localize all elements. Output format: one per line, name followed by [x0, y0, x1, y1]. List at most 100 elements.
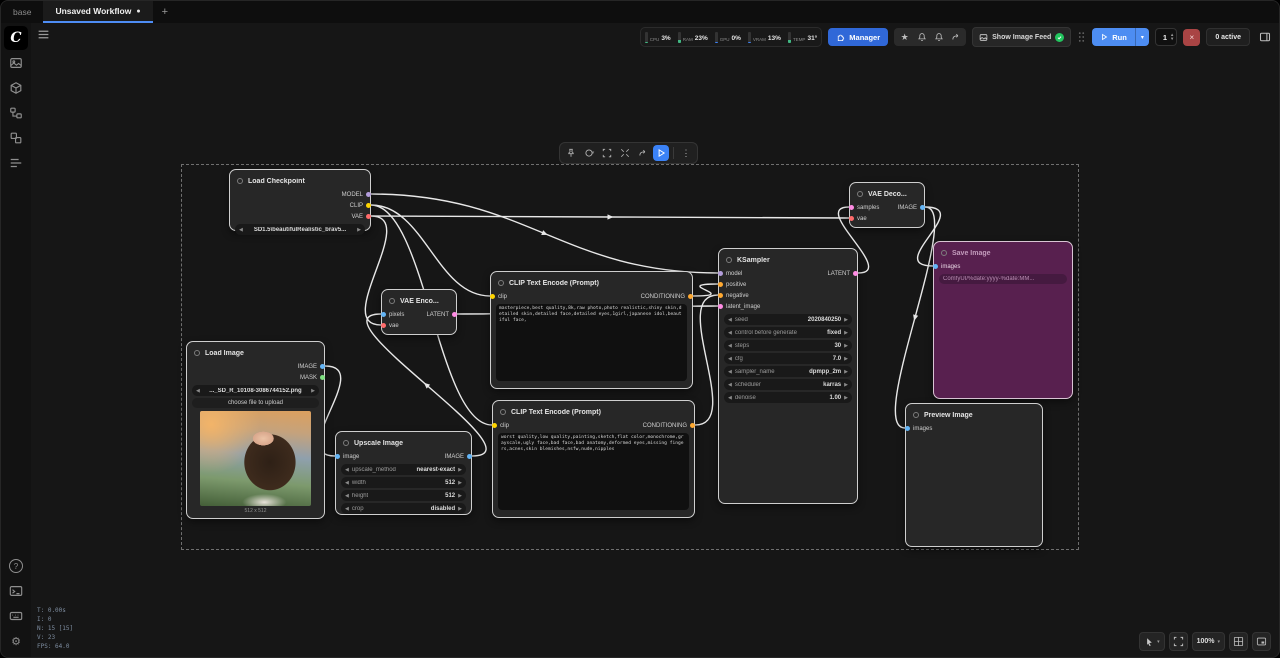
- collapse-dot[interactable]: [498, 280, 504, 286]
- upscale_image-image-input-port[interactable]: image: [335, 454, 359, 460]
- run-selected-icon[interactable]: [653, 145, 669, 161]
- widget-upscale-method[interactable]: ◀upscale_methodnearest-exact▶: [341, 464, 466, 475]
- workflows-icon[interactable]: [8, 130, 24, 146]
- node-library-icon[interactable]: [8, 105, 24, 121]
- load_image-mask-output-port[interactable]: MASK: [300, 375, 325, 381]
- batch-count-stepper[interactable]: ▴▾: [1171, 33, 1173, 41]
- node-ksampler[interactable]: KSamplermodelLATENTpositivenegativelaten…: [718, 248, 858, 504]
- collapse-dot[interactable]: [343, 440, 349, 446]
- widget-sampler-name[interactable]: ◀sampler_namedpmpp_2m▶: [724, 366, 852, 377]
- fit-view-button[interactable]: [1169, 632, 1188, 651]
- model-library-icon[interactable]: [8, 80, 24, 96]
- node-vae_encode[interactable]: VAE Enco...pixelsLATENTvae: [381, 289, 457, 335]
- widget-height[interactable]: ◀height512▶: [341, 490, 466, 501]
- load_checkpoint-model-output-port[interactable]: MODEL: [342, 192, 371, 198]
- collapse-dot[interactable]: [237, 178, 243, 184]
- load_checkpoint-clip-output-port[interactable]: CLIP: [350, 203, 371, 209]
- manager-button[interactable]: Manager: [828, 28, 888, 46]
- node-vae_decode[interactable]: VAE Deco...samplesIMAGEvae: [849, 182, 925, 228]
- collapse-dot[interactable]: [941, 250, 947, 256]
- clip_positive-conditioning-output-port[interactable]: CONDITIONING: [641, 294, 693, 300]
- alerts-icon[interactable]: [931, 30, 946, 45]
- zoom-level-dropdown[interactable]: 100% ▾: [1192, 632, 1225, 651]
- widget-width[interactable]: ◀width512▶: [341, 477, 466, 488]
- collapse-dot[interactable]: [194, 350, 200, 356]
- node-clip_positive[interactable]: CLIP Text Encode (Prompt)clipCONDITIONIN…: [490, 271, 693, 389]
- link-clip_positive.CONDITIONING-to-ksampler.positive[interactable]: [693, 284, 718, 296]
- batch-count-input[interactable]: 1 ▴▾: [1155, 28, 1177, 46]
- gallery-icon[interactable]: [8, 55, 24, 71]
- bypass-icon[interactable]: [635, 145, 651, 161]
- toggle-panel-button[interactable]: [1256, 29, 1273, 46]
- keybindings-icon[interactable]: [8, 608, 24, 624]
- ksampler-positive-input-port[interactable]: positive: [718, 282, 746, 288]
- cursor-mode-button[interactable]: ▾: [1139, 632, 1165, 651]
- widget-crop[interactable]: ◀cropdisabled▶: [341, 503, 466, 514]
- share-icon[interactable]: [948, 30, 963, 45]
- collapse-dot[interactable]: [389, 298, 395, 304]
- pin-icon[interactable]: [563, 145, 579, 161]
- node-preview_image[interactable]: Preview Imageimages: [905, 403, 1043, 547]
- widget-value[interactable]: ◀..._SD_R_10108-3086744152.png▶: [192, 385, 319, 396]
- frame-icon[interactable]: [599, 145, 615, 161]
- cursor-mode-chevron-icon[interactable]: ▾: [1157, 639, 1160, 645]
- collapse-dot[interactable]: [913, 412, 919, 418]
- preview_image-images-input-port[interactable]: images: [905, 426, 932, 432]
- vae_encode-pixels-input-port[interactable]: pixels: [381, 312, 404, 318]
- vae_decode-image-output-port[interactable]: IMAGE: [898, 205, 925, 211]
- widget-filename-prefix[interactable]: ComfyUI/%date:yyyy-%date:MM...: [939, 274, 1067, 284]
- new-tab-button[interactable]: +: [153, 1, 177, 23]
- clip_negative-clip-input-port[interactable]: clip: [492, 423, 509, 429]
- settings-icon[interactable]: ⚙: [8, 633, 24, 649]
- vae_encode-vae-input-port[interactable]: vae: [381, 323, 399, 329]
- clip_positive-clip-input-port[interactable]: clip: [490, 294, 507, 300]
- color-picker-icon[interactable]: ▾: [581, 145, 597, 161]
- vae_decode-vae-input-port[interactable]: vae: [849, 216, 867, 222]
- widget-denoise[interactable]: ◀denoise1.00▶: [724, 392, 852, 403]
- node-save_image[interactable]: Save ImageimagesComfyUI/%date:yyyy-%date…: [933, 241, 1073, 399]
- node-load_image[interactable]: Load ImageIMAGEMASK◀..._SD_R_10108-30867…: [186, 341, 325, 519]
- load_image-image-output-port[interactable]: IMAGE: [298, 364, 325, 370]
- drag-handle-icon[interactable]: [1077, 31, 1086, 43]
- ksampler-latent_image-input-port[interactable]: latent_image: [718, 304, 760, 310]
- ksampler-latent-output-port[interactable]: LATENT: [827, 271, 858, 277]
- widget-prompt-text[interactable]: masterpiece,best quality,8k,raw photo,ph…: [496, 304, 687, 381]
- widget-steps[interactable]: ◀steps30▶: [724, 340, 852, 351]
- load_checkpoint-vae-output-port[interactable]: VAE: [351, 214, 371, 220]
- cancel-button[interactable]: ×: [1183, 29, 1200, 46]
- collapse-dot[interactable]: [857, 191, 863, 197]
- node-clip_negative[interactable]: CLIP Text Encode (Prompt)clipCONDITIONIN…: [492, 400, 695, 518]
- notifications-icon[interactable]: [914, 30, 929, 45]
- run-options-chevron-icon[interactable]: ▾: [1136, 34, 1149, 41]
- link-load_checkpoint.CLIP-to-clip_positive.clip[interactable]: [371, 205, 490, 296]
- upscale_image-image-output-port[interactable]: IMAGE: [445, 454, 472, 460]
- star-icon[interactable]: ★: [897, 30, 912, 45]
- widget-cfg[interactable]: ◀cfg7.0▶: [724, 353, 852, 364]
- widget-seed[interactable]: ◀seed2020840250▶: [724, 314, 852, 325]
- link-clip_negative.CONDITIONING-to-ksampler.negative[interactable]: [695, 295, 718, 425]
- node-upscale_image[interactable]: Upscale ImageimageIMAGE◀upscale_methodne…: [335, 431, 472, 515]
- queue-icon[interactable]: [8, 155, 24, 171]
- show-image-feed-button[interactable]: Show Image Feed: [972, 27, 1071, 47]
- node-load_checkpoint[interactable]: Load CheckpointMODELCLIPVAE◀SD1.5\beauti…: [229, 169, 371, 231]
- minimap-button[interactable]: [1252, 632, 1271, 651]
- ksampler-model-input-port[interactable]: model: [718, 271, 742, 277]
- comfyui-logo[interactable]: C: [4, 26, 28, 50]
- more-options-icon[interactable]: ⋮: [678, 145, 694, 161]
- help-icon[interactable]: ?: [8, 558, 24, 574]
- ksampler-negative-input-port[interactable]: negative: [718, 293, 749, 299]
- terminal-icon[interactable]: [8, 583, 24, 599]
- widget-value[interactable]: ◀SD1.5\beautifulRealistic_brav5...▶: [235, 224, 365, 235]
- collapse-dot[interactable]: [500, 409, 506, 415]
- collapse-dot[interactable]: [726, 257, 732, 263]
- tab-unsaved-workflow[interactable]: Unsaved Workflow ●: [43, 1, 152, 23]
- widget-upload-button[interactable]: choose file to upload: [192, 398, 319, 408]
- clip_negative-conditioning-output-port[interactable]: CONDITIONING: [643, 423, 695, 429]
- save_image-images-input-port[interactable]: images: [933, 264, 960, 270]
- menu-icon[interactable]: [37, 28, 50, 41]
- widget-prompt-text[interactable]: worst quality,low quality,painting,sketc…: [498, 433, 689, 510]
- vae_decode-samples-input-port[interactable]: samples: [849, 205, 879, 211]
- widget-control-before-generate[interactable]: ◀control before generatefixed▶: [724, 327, 852, 338]
- run-button[interactable]: Run: [1092, 33, 1135, 42]
- node-canvas[interactable]: Load CheckpointMODELCLIPVAE◀SD1.5\beauti…: [1, 23, 1279, 657]
